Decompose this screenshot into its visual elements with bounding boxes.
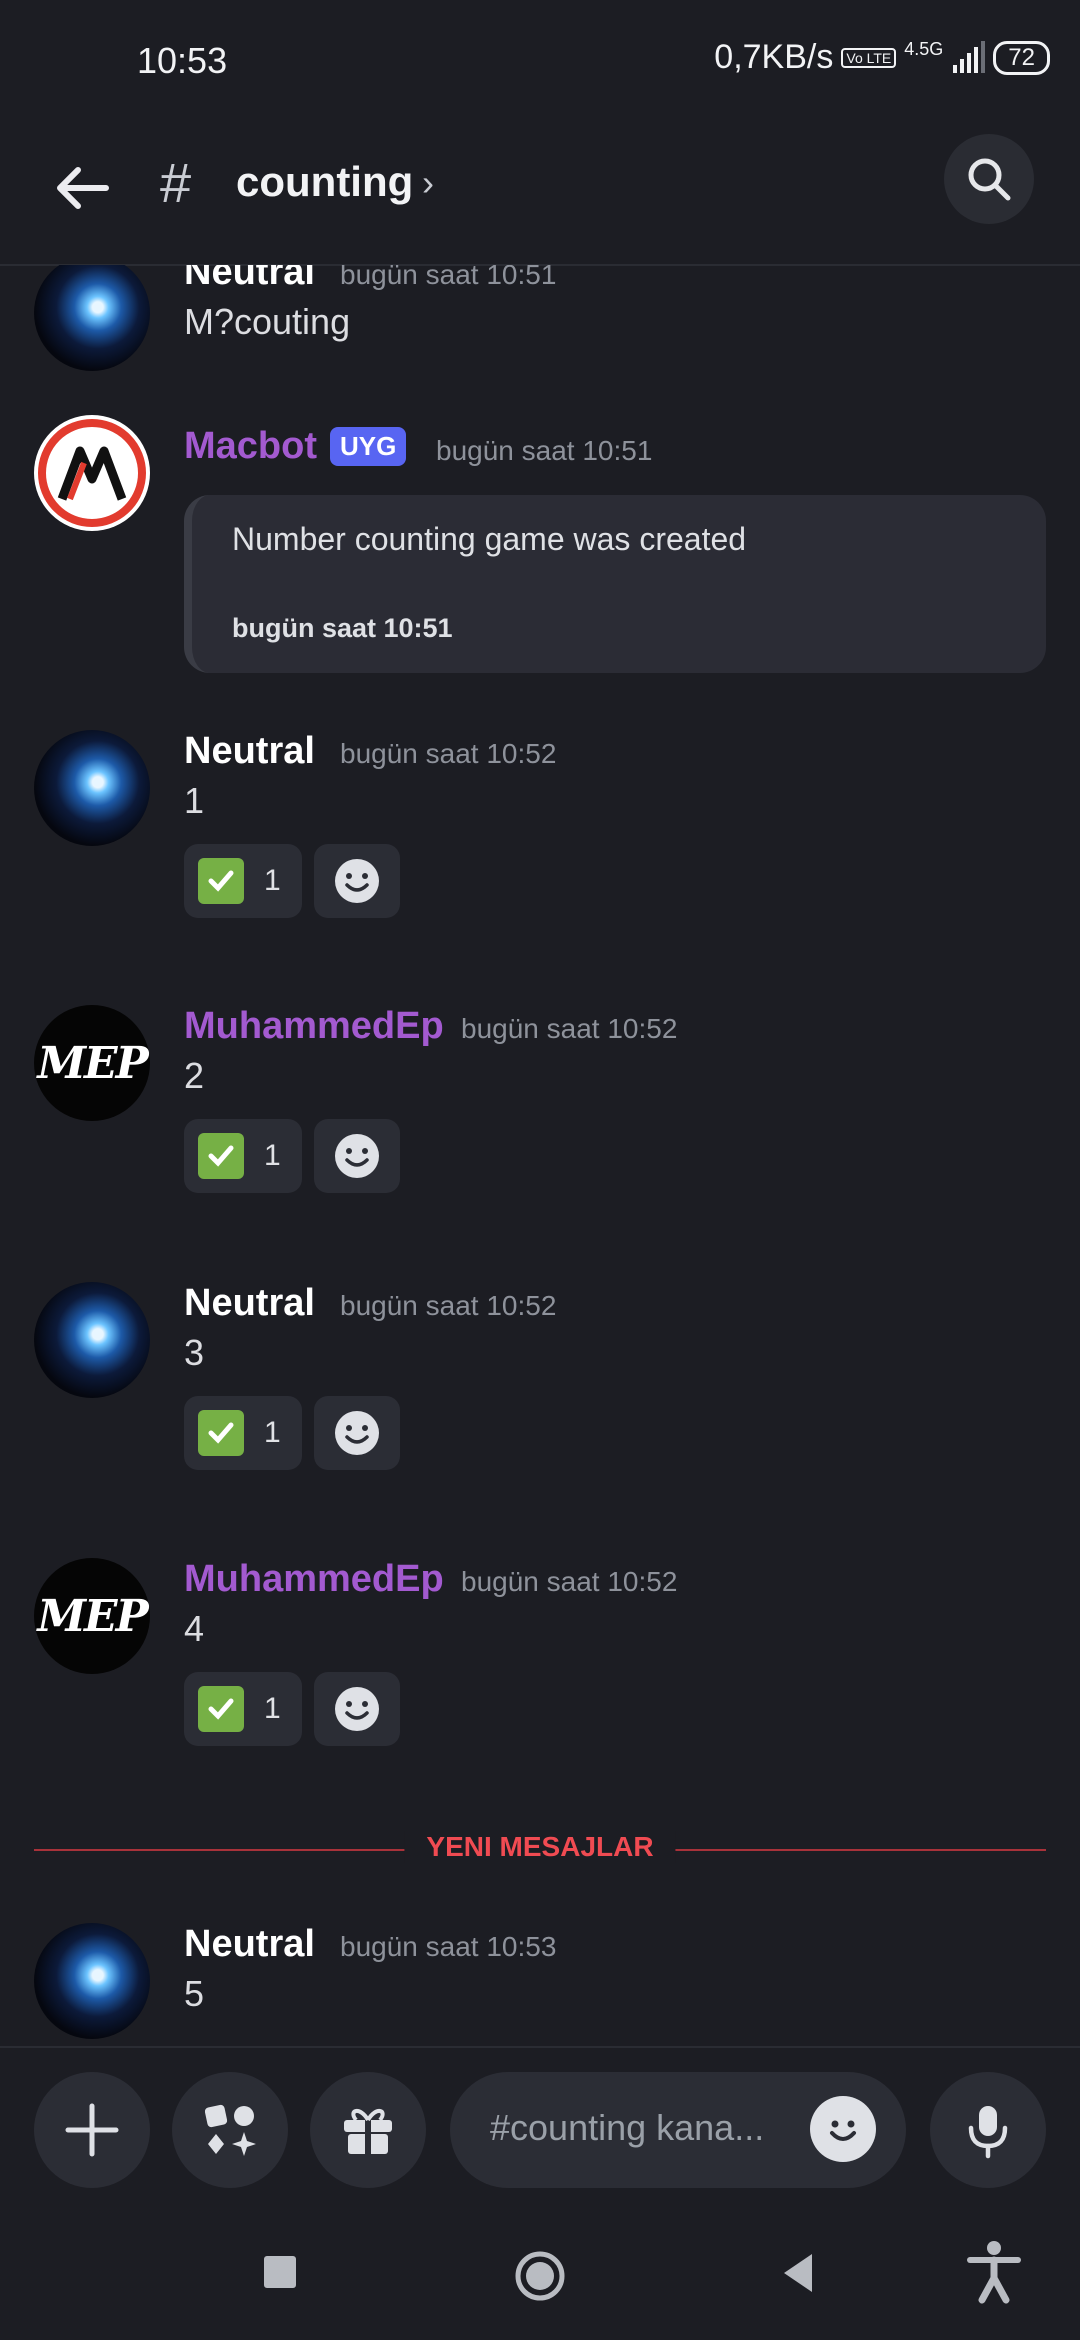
recents-icon[interactable] [260,2248,300,2298]
reaction-chip[interactable]: 1 [184,844,302,918]
reaction-chip[interactable]: 1 [184,1119,302,1193]
search-button[interactable] [944,134,1034,224]
signal-icon [953,40,986,73]
apps-button[interactable] [172,2072,288,2188]
embed-footer: bugün saat 10:51 [232,613,453,643]
author-name[interactable]: MuhammedEp [184,1005,444,1048]
message-input[interactable] [488,2106,792,2150]
avatar[interactable] [34,1923,150,2039]
channel-header: # counting › [0,120,1080,266]
add-reaction-button[interactable] [314,1672,400,1746]
message-content: M?couting [184,301,351,342]
author-name[interactable]: Neutral [184,730,315,773]
avatar[interactable] [34,265,150,371]
new-messages-label: YENI MESAJLAR [404,1831,676,1863]
status-bar: 10:53 0,7KB/s Vo LTE 4.5G 72 [0,0,1080,120]
author-name[interactable]: MuhammedEp [184,1558,444,1601]
volte-icon: Vo LTE [841,47,897,68]
search-icon [968,158,1011,201]
author-name[interactable]: Neutral [184,1282,315,1325]
chevron-right-icon[interactable]: › [422,162,434,204]
voice-message-button[interactable] [930,2072,1046,2188]
embed: Number counting game was created bugün s… [184,495,1046,673]
avatar[interactable] [34,415,150,531]
macbot-logo [38,419,146,527]
message-timestamp: bugün saat 10:53 [340,1931,557,1962]
reaction-count: 1 [264,1416,281,1449]
system-nav-bar [0,2210,1080,2340]
author-name[interactable]: Macbot [184,425,317,468]
new-messages-divider: YENI MESAJLAR [34,1831,1046,1863]
gift-icon [344,2109,392,2154]
network-gen: 4.5G [904,39,944,59]
check-mark-icon [198,1133,244,1179]
message-content: 1 [184,780,205,821]
author-name[interactable]: Neutral [184,1923,315,1966]
accessibility-icon[interactable] [964,2240,1024,2304]
message-input-wrapper [450,2072,906,2188]
status-time: 10:53 [137,40,228,81]
channel-title[interactable]: counting [236,158,413,206]
message-timestamp: bugün saat 10:52 [461,1013,678,1044]
add-reaction-button[interactable] [314,1396,400,1470]
message-list[interactable]: Neutral bugün saat 10:51 M?couting Macbo… [0,265,1080,2045]
author-name[interactable]: Neutral [184,265,315,294]
battery-indicator: 72 [993,40,1050,75]
status-indicators: 0,7KB/s Vo LTE 4.5G 72 [714,38,1050,77]
reaction-chip[interactable]: 1 [184,1672,302,1746]
smiley-icon [335,1687,379,1731]
smiley-icon [830,2120,856,2141]
channel-hash-icon: # [160,151,192,214]
message-timestamp: bugün saat 10:52 [340,1290,557,1321]
plus-icon [65,2103,119,2157]
reaction-chip[interactable]: 1 [184,1396,302,1470]
smiley-icon [335,859,379,903]
message-content: 2 [184,1055,205,1096]
bot-badge: UYG [330,427,407,466]
smiley-icon [335,1134,379,1178]
reaction-count: 1 [264,864,281,897]
message-content: 3 [184,1332,205,1373]
add-reaction-button[interactable] [314,1119,400,1193]
check-mark-icon [198,1410,244,1456]
message-timestamp: bugün saat 10:51 [340,265,557,290]
check-mark-icon [198,1686,244,1732]
reaction-count: 1 [264,1692,281,1725]
check-mark-icon [198,858,244,904]
avatar[interactable] [34,1282,150,1398]
smiley-icon [335,1411,379,1455]
emoji-button[interactable] [810,2096,876,2162]
avatar[interactable]: MEP [34,1005,150,1121]
microphone-icon [968,2106,1008,2159]
apps-icon [204,2104,256,2156]
avatar[interactable] [34,730,150,846]
message-composer [0,2046,1080,2212]
message-timestamp: bugün saat 10:52 [461,1566,678,1597]
message-content: 4 [184,1608,205,1649]
message-timestamp: bugün saat 10:51 [436,435,653,466]
gift-button[interactable] [310,2072,426,2188]
avatar[interactable]: MEP [34,1558,150,1674]
embed-title: Number counting game was created [232,521,747,557]
back-icon[interactable] [778,2248,818,2298]
message-timestamp: bugün saat 10:52 [340,738,557,769]
back-arrow-icon[interactable] [50,156,114,220]
add-reaction-button[interactable] [314,844,400,918]
net-speed: 0,7KB/s [714,38,834,76]
home-icon[interactable] [512,2248,568,2304]
message-content: 5 [184,1973,205,2014]
add-attachment-button[interactable] [34,2072,150,2188]
reaction-count: 1 [264,1139,281,1172]
